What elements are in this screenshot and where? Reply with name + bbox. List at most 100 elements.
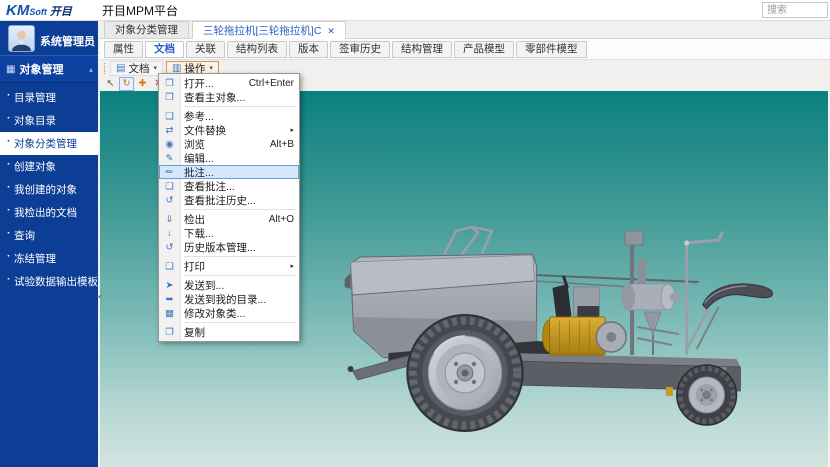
sidebar-item-label: 对象目录 xyxy=(14,115,56,127)
menu-item-icon: ➤ xyxy=(159,280,180,291)
menu-item-label: 历史版本管理... xyxy=(184,240,256,255)
sub-tab-label: 签审历史 xyxy=(339,43,381,55)
menu-item-right: ▸ xyxy=(290,262,294,270)
menu-item-icon: ↺ xyxy=(159,242,180,253)
sidebar-item-label: 查询 xyxy=(14,230,35,242)
menu-item-modify-object-class[interactable]: ▦ 修改对象类... xyxy=(159,306,299,320)
sub-tab-label: 属性 xyxy=(113,43,134,55)
menu-item-icon: ◉ xyxy=(159,139,180,150)
menu-item-label: 文件替换 xyxy=(184,123,226,138)
menu-item-checkout[interactable]: ⇓ 检出 Alt+O xyxy=(159,212,299,226)
menu-item-icon: ✎ xyxy=(159,153,180,164)
tab-product-model[interactable]: 产品模型 xyxy=(454,41,514,58)
tab-documents[interactable]: 文档 xyxy=(145,41,184,58)
menu-item-browse[interactable]: ◉ 浏览 Alt+B xyxy=(159,137,299,151)
sub-tab-label: 关联 xyxy=(195,43,216,55)
select-tool-icon[interactable]: ↖ xyxy=(103,77,118,91)
toolbar-button-label: 文档 xyxy=(128,61,149,76)
menu-item-edit[interactable]: ✎ 编辑... xyxy=(159,151,299,165)
sidebar-item-catalog-management[interactable]: 目录管理 xyxy=(0,86,98,109)
menu-item-label: 打开... xyxy=(184,76,214,91)
tab-object-classification[interactable]: 对象分类管理 xyxy=(104,21,189,38)
sidebar-item-my-checked-out-docs[interactable]: 我检出的文档 xyxy=(0,201,98,224)
sidebar-item-label: 我检出的文档 xyxy=(14,207,77,219)
menu-item-reference[interactable]: ❏ 参考... xyxy=(159,109,299,123)
pan-tool-icon[interactable]: ✚ xyxy=(135,77,150,91)
menu-item-send-to[interactable]: ➤ 发送到... xyxy=(159,278,299,292)
menu-item-label: 下载... xyxy=(184,226,214,241)
submenu-arrow-icon: ▸ xyxy=(290,126,294,134)
menu-item-icon: ▦ xyxy=(159,308,180,319)
menu-item-download[interactable]: ↓ 下载... xyxy=(159,226,299,240)
sidebar-section-object-management[interactable]: ▦ 对象管理 ▴ xyxy=(0,55,98,83)
menu-item-version-history[interactable]: ↺ 历史版本管理... xyxy=(159,240,299,254)
app-header: KMSoft 开目 开目MPM平台 xyxy=(0,0,830,21)
tab-associations[interactable]: 关联 xyxy=(186,41,225,58)
menu-item-send-to-my-directory[interactable]: ➥ 发送到我的目录... xyxy=(159,292,299,306)
sidebar-item-freeze-management[interactable]: 冻结管理 xyxy=(0,247,98,270)
tab-part-model[interactable]: 零部件模型 xyxy=(516,41,587,58)
menu-item-annotate[interactable]: ✏ 批注... xyxy=(159,165,299,179)
tab-structure-management[interactable]: 结构管理 xyxy=(392,41,452,58)
rotate-tool-icon[interactable]: ↻ xyxy=(119,77,134,91)
sub-tab-label: 产品模型 xyxy=(463,43,505,55)
sub-tab-label: 结构列表 xyxy=(236,43,278,55)
menu-item-label: 检出 xyxy=(184,212,205,227)
sidebar-item-label: 试验数据输出模板 xyxy=(14,276,98,288)
sidebar-item-create-object[interactable]: 创建对象 xyxy=(0,155,98,178)
tab-versions[interactable]: 版本 xyxy=(289,41,328,58)
sidebar-item-query[interactable]: 查询 xyxy=(0,224,98,247)
close-icon[interactable]: ✕ xyxy=(327,24,335,39)
menu-item-icon: ❒ xyxy=(159,92,180,103)
menu-item-icon: ↺ xyxy=(159,195,180,206)
sidebar-collapse-icon[interactable]: ◂ xyxy=(97,292,102,301)
menu-item-view-main-object[interactable]: ❒ 查看主对象... xyxy=(159,90,299,104)
menu-item-label: 参考... xyxy=(184,109,214,124)
menu-item-view-annotations[interactable]: ❏ 查看批注... xyxy=(159,179,299,193)
document-icon: ▥ xyxy=(172,63,181,74)
sub-tab-label: 版本 xyxy=(298,43,319,55)
user-row: 系统管理员 xyxy=(0,21,98,55)
menu-item-copy[interactable]: ❐ 复制 xyxy=(159,325,299,339)
tab-properties[interactable]: 属性 xyxy=(104,41,143,58)
menu-item-icon: ⇄ xyxy=(159,125,180,136)
logo-cn-text: 开目 xyxy=(50,6,72,18)
tool-glyph: ↖ xyxy=(107,78,115,89)
menu-item-label: 发送到... xyxy=(184,278,224,293)
tool-glyph: ↻ xyxy=(123,78,131,89)
toolbar-grip xyxy=(104,63,106,74)
tab-structure-list[interactable]: 结构列表 xyxy=(227,41,287,58)
tool-glyph: ✚ xyxy=(139,78,147,89)
menu-item-label: 编辑... xyxy=(184,151,214,166)
menu-item-icon: ❏ xyxy=(159,181,180,192)
menu-item-label: 复制 xyxy=(184,325,205,340)
menu-item-label: 批注... xyxy=(184,165,214,180)
search-input[interactable] xyxy=(762,2,828,18)
menu-item-label: 打印 xyxy=(184,259,205,274)
tab-approval-history[interactable]: 签审历史 xyxy=(330,41,390,58)
chevron-up-icon[interactable]: ▴ xyxy=(89,65,93,74)
sidebar-section-label: 对象管理 xyxy=(19,61,63,77)
menu-item-view-annotation-history[interactable]: ↺ 查看批注历史... xyxy=(159,193,299,207)
sidebar-item-label: 冻结管理 xyxy=(14,253,56,265)
menu-item-label: 浏览 xyxy=(184,137,205,152)
menu-item-print[interactable]: ❑ 打印 ▸ xyxy=(159,259,299,273)
sidebar-item-my-created-objects[interactable]: 我创建的对象 xyxy=(0,178,98,201)
menu-item-right: Ctrl+Enter xyxy=(249,78,294,89)
person-icon xyxy=(9,27,34,51)
menu-item-shortcut: Alt+B xyxy=(270,139,294,150)
sidebar: 系统管理员 ▦ 对象管理 ▴ 目录管理 对象目录 对象分类管理 创建对象 我创建… xyxy=(0,21,98,467)
document-menu-button[interactable]: ▤ 文档 ▾ xyxy=(110,61,163,76)
user-avatar xyxy=(8,25,35,52)
sidebar-item-object-classification[interactable]: 对象分类管理 xyxy=(0,132,98,155)
search-box xyxy=(762,2,828,18)
menu-item-right: ▸ xyxy=(290,126,294,134)
menu-item-icon: ❐ xyxy=(159,78,180,89)
menu-item-label: 查看批注历史... xyxy=(184,193,256,208)
tab-tricycle-tractor[interactable]: 三轮拖拉机[三轮拖拉机]C ✕ xyxy=(192,21,346,39)
menu-item-open[interactable]: ❐ 打开... Ctrl+Enter xyxy=(159,76,299,90)
sidebar-item-object-directory[interactable]: 对象目录 xyxy=(0,109,98,132)
menu-item-file-replace[interactable]: ⇄ 文件替换 ▸ xyxy=(159,123,299,137)
user-name: 系统管理员 xyxy=(40,33,95,52)
sidebar-item-test-data-output-template[interactable]: 试验数据输出模板 xyxy=(0,270,98,293)
